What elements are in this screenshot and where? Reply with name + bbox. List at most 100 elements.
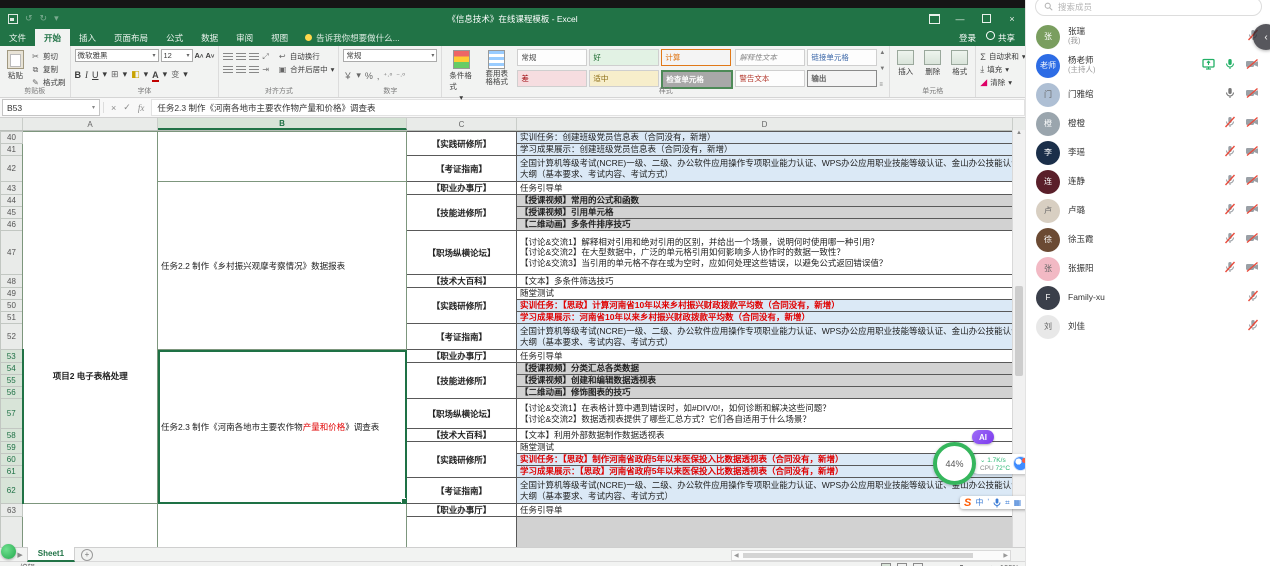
tell-me-box[interactable]: 告诉我你想要做什么... <box>297 29 408 46</box>
cell-A-merge[interactable] <box>23 504 158 548</box>
cell-D-48[interactable]: 【文本】多条件筛选技巧 <box>517 275 1013 288</box>
cell-C-48[interactable]: 【技术大百科】 <box>407 275 517 288</box>
cell-style-9[interactable]: 链接单元格 <box>807 49 877 66</box>
page-layout-view-icon[interactable] <box>897 563 907 566</box>
cell-C-64[interactable]: 【技能进修所】 <box>407 517 517 548</box>
insert-function-icon[interactable]: fx <box>138 103 145 113</box>
comma-style-icon[interactable]: , <box>377 71 380 81</box>
row-header-51[interactable]: 51 <box>1 312 23 324</box>
row-header-41[interactable]: 41 <box>1 144 23 156</box>
copy-button[interactable]: ⧉复制 <box>31 64 66 75</box>
cell-D-64[interactable]: 【授课视频】认识WPS 演示 <box>517 517 1013 548</box>
cell-D-52[interactable]: 全国计算机等级考试(NCRE)一级、二级、办公软件应用操作专项职业能力认证、WP… <box>517 324 1013 350</box>
participant-row-2[interactable]: 老师杨老师(主持人) <box>1026 51 1270 80</box>
cell-B-merge[interactable] <box>158 504 407 548</box>
row-header-50[interactable]: 50 <box>1 300 23 312</box>
sheet-tab[interactable]: Sheet1 <box>27 547 75 562</box>
row-header-43[interactable]: 43 <box>1 182 23 195</box>
font-color-icon[interactable]: A <box>152 70 159 80</box>
row-header-59[interactable]: 59 <box>1 442 23 454</box>
column-header-D[interactable]: D <box>517 118 1013 130</box>
cell-C-44[interactable]: 【技能进修所】 <box>407 195 517 231</box>
font-name-combo[interactable]: 微软雅黑▾ <box>75 49 159 62</box>
ribbon-display-options-icon[interactable] <box>921 8 947 29</box>
qat-customize-icon[interactable]: ▾ <box>54 13 59 24</box>
mic-muted-icon[interactable] <box>1224 144 1236 162</box>
cell-D-54[interactable]: 【授课视频】分类汇总各类数据 <box>517 363 1013 375</box>
row-header-45[interactable]: 45 <box>1 207 23 219</box>
cell-A-merge[interactable]: 项目2 电子表格处理 <box>23 132 158 504</box>
cell-D-46[interactable]: 【二维动画】多条件排序技巧 <box>517 219 1013 231</box>
cell-B-merge[interactable]: 任务2.2 制作《乡村振兴观摩考察情况》数据报表 <box>158 182 407 350</box>
cell-D-45[interactable]: 【授课视频】引用单元格 <box>517 207 1013 219</box>
row-header-62[interactable]: 62 <box>1 478 23 504</box>
italic-button[interactable]: I <box>85 70 88 80</box>
cell-D-50[interactable]: 实训任务：【思政】计算河南省10年以来乡村振兴财政拨款平均数（合同没有，新增） <box>517 300 1013 312</box>
shrink-font-icon[interactable]: A˅ <box>205 51 214 60</box>
percent-style-icon[interactable]: % <box>365 71 373 81</box>
cell-D-43[interactable]: 任务引导单 <box>517 182 1013 195</box>
ime-mic-icon[interactable] <box>993 498 1001 508</box>
row-header-58[interactable]: 58 <box>1 429 23 442</box>
cell-D-56[interactable]: 【二维动画】修饰图表的技巧 <box>517 387 1013 399</box>
participant-row-4[interactable]: 橙橙橙 <box>1026 109 1270 138</box>
zoom-slider[interactable]: −+ <box>929 563 994 566</box>
paste-button[interactable]: 粘贴 <box>4 49 27 82</box>
cell-C-40[interactable]: 【实践研修所】 <box>407 132 517 156</box>
participant-row-6[interactable]: 连连静 <box>1026 167 1270 196</box>
horizontal-scrollbar[interactable]: ◀▶ <box>731 550 1011 561</box>
performance-overlay[interactable]: 44% ⌄ 1.7K/s CPU 72°C <box>933 442 1025 485</box>
mic-muted-icon[interactable] <box>1224 231 1236 249</box>
ribbon-tab-2[interactable]: 开始 <box>35 29 70 46</box>
participant-row-10[interactable]: FFamily-xu <box>1026 283 1270 312</box>
camera-off-icon[interactable] <box>1245 202 1259 220</box>
ribbon-tab-4[interactable]: 页面布局 <box>105 29 157 46</box>
participant-row-11[interactable]: 刘刘佳 <box>1026 312 1270 341</box>
row-header-54[interactable]: 54 <box>1 363 23 375</box>
ribbon-tab-3[interactable]: 插入 <box>70 29 105 46</box>
mic-muted-icon[interactable] <box>1247 318 1259 336</box>
row-header-48[interactable]: 48 <box>1 275 23 288</box>
normal-view-icon[interactable] <box>881 563 891 566</box>
cell-C-47[interactable]: 【职场纵横论坛】 <box>407 231 517 275</box>
cell-C-42[interactable]: 【考证指南】 <box>407 156 517 182</box>
participant-row-5[interactable]: 李李瑶 <box>1026 138 1270 167</box>
cell-C-59[interactable]: 【实践研修所】 <box>407 442 517 478</box>
save-icon[interactable] <box>8 14 18 24</box>
cell-style-10[interactable]: 输出 <box>807 70 877 87</box>
participant-row-3[interactable]: 门门雅绾 <box>1026 80 1270 109</box>
mic-muted-icon[interactable] <box>1247 289 1259 307</box>
ribbon-tab-7[interactable]: 审阅 <box>227 29 262 46</box>
name-box[interactable]: B53▾ <box>2 99 100 116</box>
column-header-B[interactable]: B <box>158 118 407 130</box>
align-right-icon[interactable] <box>249 66 259 73</box>
align-top-icon[interactable] <box>223 53 233 60</box>
participant-row-8[interactable]: 徐徐玉霞 <box>1026 225 1270 254</box>
sogou-logo-icon[interactable]: S <box>964 497 971 509</box>
ime-lang-mode[interactable]: 中 <box>975 497 983 508</box>
cell-style-4[interactable]: 适中 <box>589 70 659 87</box>
align-left-icon[interactable] <box>223 66 233 73</box>
cell-B-selected[interactable]: 任务2.3 制作《河南各地市主要农作物产量和价格》调查表 <box>158 350 407 504</box>
mic-muted-icon[interactable] <box>1224 173 1236 191</box>
orientation-icon[interactable]: ⤢ <box>262 52 268 62</box>
cell-D-47[interactable]: 【讨论&交流1】解释相对引用和绝对引用的区别，并给出一个场景，说明何时使用哪一种… <box>517 231 1013 275</box>
camera-off-icon[interactable] <box>1245 57 1259 75</box>
mic-icon[interactable] <box>1224 57 1236 75</box>
increase-decimal-icon[interactable]: ⁺·⁰ <box>383 72 392 80</box>
cell-D-49[interactable]: 随堂测试 <box>517 288 1013 300</box>
minimize-button[interactable]: — <box>947 8 973 29</box>
ime-keyboard-icon[interactable]: ⌗ <box>1005 498 1010 508</box>
row-header-57[interactable]: 57 <box>1 399 23 429</box>
insert-cells-button[interactable]: 插入 <box>894 49 917 78</box>
cell-C-54[interactable]: 【技能进修所】 <box>407 363 517 399</box>
participant-row-7[interactable]: 卢卢璐 <box>1026 196 1270 225</box>
ribbon-tab-1[interactable]: 文件 <box>0 29 35 46</box>
zoom-level[interactable]: 100% <box>1000 563 1019 566</box>
sign-in-button[interactable]: 登录 <box>959 32 976 44</box>
cell-D-41[interactable]: 学习成果展示：创建班级党员信息表（合同没有，新增） <box>517 144 1013 156</box>
confirm-entry-icon[interactable]: ✓ <box>123 102 131 113</box>
cell-C-49[interactable]: 【实践研修所】 <box>407 288 517 324</box>
cell-D-55[interactable]: 【授课视频】创建和编辑数据透视表 <box>517 375 1013 387</box>
cell-B-merge[interactable] <box>158 132 407 182</box>
